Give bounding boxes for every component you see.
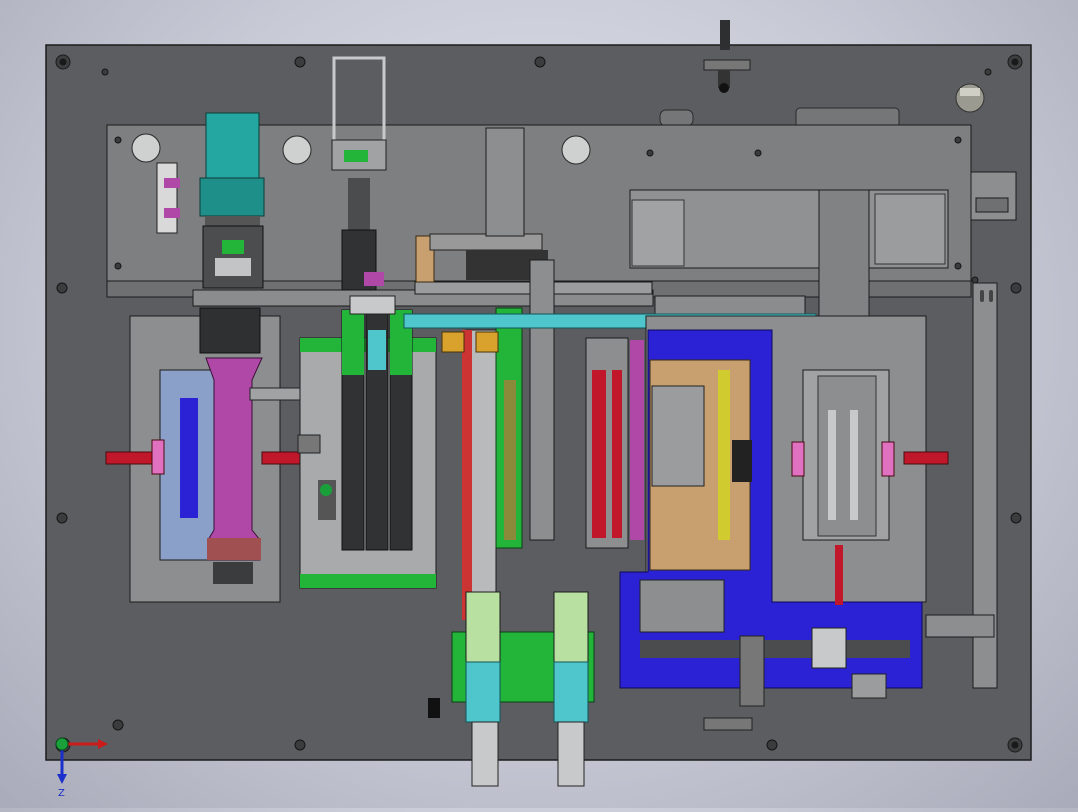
triad-y-axis	[55, 737, 69, 751]
cad-viewport[interactable]: Z	[0, 0, 1078, 808]
triad-z-label: Z	[58, 788, 65, 799]
red-cylinder	[585, 337, 644, 549]
left-sensor-bracket	[156, 162, 180, 234]
pneumatic-cylinders	[341, 309, 413, 551]
servo-motor-teal	[199, 112, 265, 289]
z-axis-column	[818, 189, 870, 331]
assembly-drawing: Z	[45, 20, 1032, 799]
